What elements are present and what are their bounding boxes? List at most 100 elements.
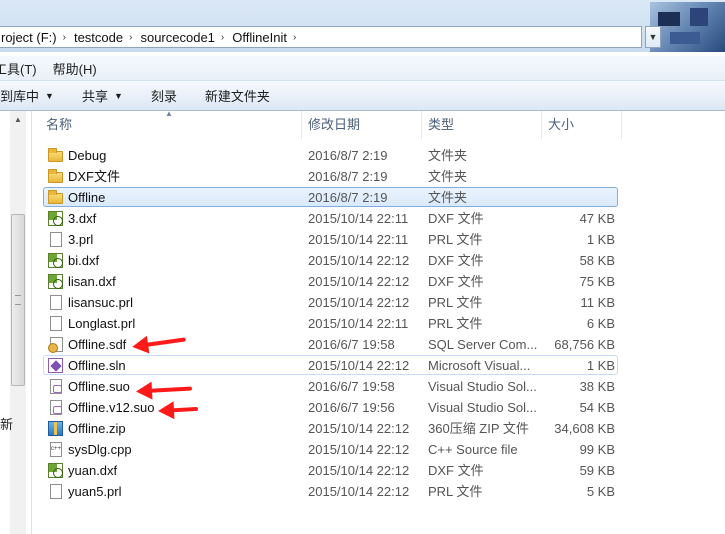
file-date: 2016/8/7 2:19 xyxy=(308,148,388,163)
share-label: 共享 xyxy=(81,89,108,104)
background-image-corner xyxy=(650,2,725,52)
file-name: bi.dxf xyxy=(68,253,100,268)
doc-file-icon xyxy=(50,232,62,247)
include-in-library-button[interactable]: 到库中 ▼ xyxy=(0,86,68,105)
breadcrumb-drive[interactable]: roject (F:) xyxy=(0,30,61,45)
file-row[interactable]: Offline.sln 2015/10/14 22:12 Microsoft Vis… xyxy=(31,355,725,376)
file-date: 2015/10/14 22:12 xyxy=(308,253,410,268)
file-date: 2015/10/14 22:12 xyxy=(308,442,410,457)
menu-help[interactable]: 帮助(H) xyxy=(45,59,105,78)
breadcrumb-separator[interactable]: › xyxy=(291,32,298,43)
file-size: 5 KB xyxy=(586,484,615,499)
file-type: PRL 文件 xyxy=(428,232,483,247)
file-size: 54 KB xyxy=(579,400,615,415)
file-row[interactable]: lisansuc.prl 2015/10/14 22:12 PRL 文件 11 KB xyxy=(31,292,725,313)
sln-file-icon xyxy=(48,358,63,373)
file-date: 2015/10/14 22:12 xyxy=(308,421,410,436)
breadcrumb-offlineinit[interactable]: OfflineInit xyxy=(226,30,291,45)
file-type: SQL Server Com... xyxy=(428,337,538,352)
file-date: 2016/6/7 19:56 xyxy=(308,400,395,415)
file-type: Microsoft Visual... xyxy=(428,358,531,373)
chevron-down-icon: ▼ xyxy=(45,90,54,101)
command-toolbar: 到库中 ▼ 共享 ▼ 刻录 新建文件夹 xyxy=(0,81,725,111)
chevron-down-icon: ▼ xyxy=(113,90,123,101)
scroll-up-arrow-icon[interactable]: ▲ xyxy=(10,111,26,127)
file-row[interactable]: Offline 2016/8/7 2:19 文件夹 xyxy=(31,187,725,208)
column-header-size[interactable]: 大小 xyxy=(542,111,622,139)
file-row[interactable]: Longlast.prl 2015/10/14 22:11 PRL 文件 6 KB xyxy=(31,313,725,334)
file-type: PRL 文件 xyxy=(428,316,483,331)
menu-tools[interactable]: 工具(T) xyxy=(0,59,45,78)
folder-file-icon xyxy=(48,169,63,183)
file-date: 2015/10/14 22:12 xyxy=(308,274,410,289)
doc-file-icon xyxy=(50,316,62,331)
breadcrumb-sourcecode1[interactable]: sourcecode1 xyxy=(134,30,218,45)
file-name: 3.prl xyxy=(68,232,94,247)
burn-button[interactable]: 刻录 xyxy=(137,86,191,105)
nav-item-fragment[interactable]: 新 xyxy=(0,414,13,433)
dxf-file-icon xyxy=(48,211,63,226)
zip-file-icon xyxy=(48,421,63,436)
file-date: 2015/10/14 22:11 xyxy=(308,232,409,247)
cpp-file-icon: c++ xyxy=(50,442,62,457)
file-row[interactable]: Offline.zip 2015/10/14 22:12 360压缩 ZIP 文件 3… xyxy=(31,418,725,439)
arrow-shaft xyxy=(169,406,199,413)
file-date: 2016/8/7 2:19 xyxy=(308,190,388,205)
column-date-label: 修改日期 xyxy=(308,117,361,132)
file-row[interactable]: DXF文件 2016/8/7 2:19 文件夹 xyxy=(31,166,725,187)
file-size: 6 KB xyxy=(586,316,615,331)
file-name: Offline.sln xyxy=(68,358,126,373)
share-button[interactable]: 共享 ▼ xyxy=(68,86,137,105)
breadcrumb-separator[interactable]: › xyxy=(61,32,68,43)
file-row[interactable]: Offline.v12.suo 2016/6/7 19:56 Visual Stud… xyxy=(31,397,725,418)
file-size: 38 KB xyxy=(579,379,615,394)
suo-file-icon xyxy=(50,379,62,394)
address-dropdown-button[interactable]: ▼ xyxy=(645,26,661,48)
file-type: PRL 文件 xyxy=(428,484,483,499)
file-size xyxy=(542,166,615,187)
file-date: 2015/10/14 22:12 xyxy=(308,463,410,478)
file-name: Offline.zip xyxy=(68,421,126,436)
file-row[interactable]: Debug 2016/8/7 2:19 文件夹 xyxy=(31,145,725,166)
file-name: sysDlg.cpp xyxy=(68,442,132,457)
file-size: 68,756 KB xyxy=(554,337,615,352)
file-size: 58 KB xyxy=(579,253,615,268)
file-date: 2015/10/14 22:12 xyxy=(308,295,410,310)
file-row[interactable]: 3.dxf 2015/10/14 22:11 DXF 文件 47 KB xyxy=(31,208,725,229)
include-in-library-label: 到库中 xyxy=(0,89,40,104)
file-row[interactable]: 3.prl 2015/10/14 22:11 PRL 文件 1 KB xyxy=(31,229,725,250)
file-row[interactable]: lisan.dxf 2015/10/14 22:12 DXF 文件 75 KB xyxy=(31,271,725,292)
annotation-arrow xyxy=(135,380,193,401)
file-name: lisan.dxf xyxy=(68,274,116,289)
file-row[interactable]: c++ sysDlg.cpp 2015/10/14 22:12 C++ Source … xyxy=(31,439,725,460)
file-type: DXF 文件 xyxy=(428,274,484,289)
dxf-file-icon xyxy=(48,253,63,268)
file-row[interactable]: yuan.dxf 2015/10/14 22:12 DXF 文件 59 KB xyxy=(31,460,725,481)
file-row[interactable]: yuan5.prl 2015/10/14 22:12 PRL 文件 5 KB xyxy=(31,481,725,502)
arrow-shaft xyxy=(147,386,193,393)
breadcrumb-testcode[interactable]: testcode xyxy=(68,30,127,45)
file-name: lisansuc.prl xyxy=(68,295,134,310)
column-name-label: 名称 xyxy=(46,117,73,132)
column-header-type[interactable]: 类型 xyxy=(422,111,542,139)
menu-bar: 工具(T) 帮助(H) xyxy=(0,56,725,81)
column-header-row: 名称 ▲ 修改日期 类型 大小 xyxy=(31,109,725,139)
annotation-arrow xyxy=(157,400,199,421)
file-size: 99 KB xyxy=(579,442,615,457)
sort-ascending-icon: ▲ xyxy=(165,109,173,118)
breadcrumb-separator[interactable]: › xyxy=(127,32,134,43)
address-breadcrumb[interactable]: roject (F:) › testcode › sourcecode1 › O… xyxy=(0,26,642,48)
file-date: 2015/10/14 22:12 xyxy=(308,484,410,499)
file-type: Visual Studio Sol... xyxy=(428,379,537,394)
file-size xyxy=(542,187,615,208)
file-size xyxy=(542,145,615,166)
file-row[interactable]: bi.dxf 2015/10/14 22:12 DXF 文件 58 KB xyxy=(31,250,725,271)
file-type: 360压缩 ZIP 文件 xyxy=(428,421,529,436)
file-size: 47 KB xyxy=(579,211,615,226)
column-header-date[interactable]: 修改日期 xyxy=(302,111,422,139)
burn-label: 刻录 xyxy=(150,89,177,104)
new-folder-button[interactable]: 新建文件夹 xyxy=(191,86,284,105)
breadcrumb-separator[interactable]: › xyxy=(219,32,226,43)
file-size: 75 KB xyxy=(579,274,615,289)
file-type: PRL 文件 xyxy=(428,295,483,310)
